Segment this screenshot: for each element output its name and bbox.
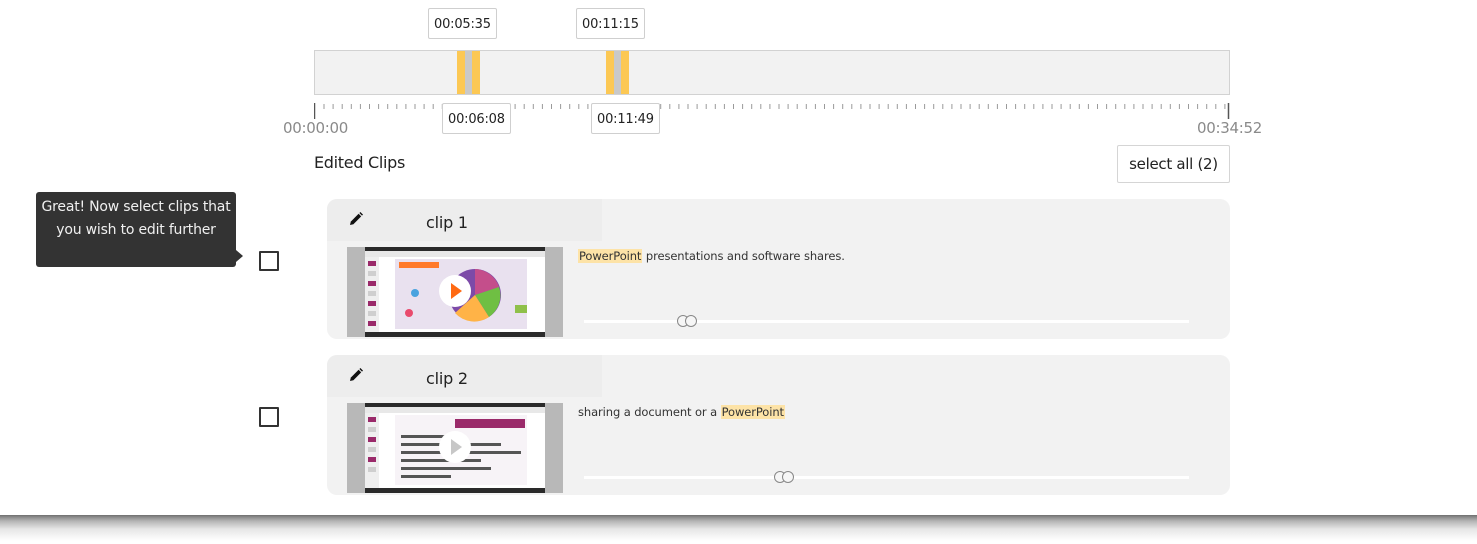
clip-2-checkbox[interactable] [259, 407, 279, 427]
segment-2-end-label: 00:11:49 [591, 103, 660, 134]
segment-1-end-handle[interactable] [472, 51, 480, 94]
segment-2-start-label: 00:11:15 [576, 8, 645, 39]
transcript-text: presentations and software shares. [645, 249, 845, 263]
pencil-icon[interactable] [348, 367, 364, 383]
segment-2-start-handle[interactable] [606, 51, 614, 94]
transcript-highlight: PowerPoint [720, 405, 785, 419]
clip-thumbnail[interactable] [347, 247, 563, 337]
clip-1-checkbox[interactable] [259, 251, 279, 271]
onboarding-tooltip: Great! Now select clips that you wish to… [36, 192, 243, 267]
clip-range-slider[interactable] [584, 471, 1189, 483]
clip-range-slider[interactable] [584, 315, 1189, 327]
slider-handle[interactable] [773, 471, 794, 484]
select-all-button[interactable]: select all (2) [1117, 145, 1230, 183]
bottom-panel-edge [0, 515, 1477, 544]
segment-1-start-handle[interactable] [457, 51, 465, 94]
transcript-text: sharing a document or a [578, 405, 718, 419]
play-icon[interactable] [439, 431, 471, 463]
segment-1-start-label: 00:05:35 [428, 8, 497, 39]
tooltip-text: Great! Now select clips that you wish to… [41, 199, 231, 238]
clip-card-1: clip 1 PowerPoint presentations and soft… [327, 199, 1230, 339]
clip-card-2: clip 2 sharing a document or a PowerPoin… [327, 355, 1230, 495]
range-end-handle[interactable] [684, 315, 697, 327]
segment-2-end-handle[interactable] [621, 51, 629, 94]
clip-title: clip 2 [426, 369, 468, 388]
play-icon[interactable] [439, 275, 471, 307]
clip-thumbnail[interactable] [347, 403, 563, 493]
timeline-bar[interactable] [314, 50, 1230, 95]
segment-1-body[interactable] [465, 51, 472, 94]
segment-1-end-label: 00:06:08 [442, 103, 511, 134]
clip-transcript: sharing a document or a PowerPoint [578, 405, 785, 419]
segment-2-body[interactable] [614, 51, 621, 94]
timeline-start-time: 00:00:00 [283, 119, 348, 137]
transcript-highlight: PowerPoint [578, 249, 643, 263]
clip-transcript: PowerPoint presentations and software sh… [578, 249, 845, 263]
range-end-handle[interactable] [781, 471, 794, 483]
edited-clips-title: Edited Clips [314, 153, 406, 172]
clip-title: clip 1 [426, 213, 468, 232]
slider-handle[interactable] [676, 315, 697, 328]
timeline-end-time: 00:34:52 [1197, 119, 1262, 137]
pencil-icon[interactable] [348, 211, 364, 227]
